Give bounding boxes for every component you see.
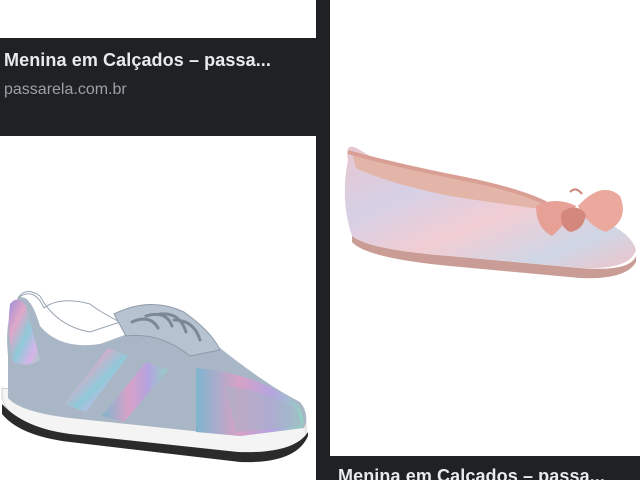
ballet-flat-image[interactable] (330, 0, 640, 456)
result-source[interactable]: passarela.com.br (4, 81, 127, 99)
image-result-card-flat[interactable]: Menina em Calçados – passa... (328, 0, 640, 480)
image-result-card-sneaker[interactable] (0, 136, 316, 480)
image-results-grid: Menina em Calçados – passa... passarela.… (0, 0, 640, 480)
result-title[interactable]: Menina em Calçados – passa... (4, 50, 271, 71)
result-image-cropped[interactable] (0, 0, 316, 38)
image-result-card[interactable]: Menina em Calçados – passa... passarela.… (0, 0, 316, 136)
sneaker-image[interactable] (0, 136, 316, 480)
result-title[interactable]: Menina em Calçados – passa... (338, 466, 605, 480)
